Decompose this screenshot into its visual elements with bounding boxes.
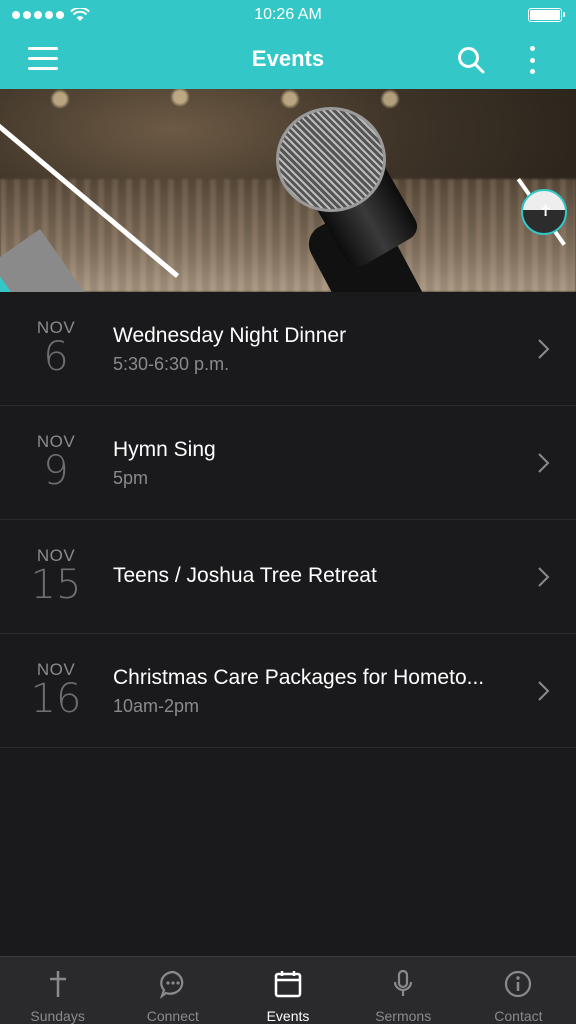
event-title: Wednesday Night Dinner xyxy=(113,324,347,347)
tab-bar: Sundays Connect Events Sermons Contact xyxy=(0,956,576,1024)
event-time: 5:30-6:30 p.m. xyxy=(113,354,230,374)
event-time: 10am-2pm xyxy=(113,696,200,716)
events-banner: events xyxy=(0,89,576,292)
microphone-image xyxy=(276,107,386,212)
event-title: Teens / Joshua Tree Retreat xyxy=(113,564,377,587)
tab-label: Sundays xyxy=(30,1008,85,1024)
event-time: 5pm xyxy=(113,468,149,488)
chat-bubble-icon xyxy=(156,967,190,1001)
event-item-teens-retreat[interactable]: NOV 15 Teens / Joshua Tree Retreat xyxy=(0,520,576,634)
chevron-right-icon xyxy=(538,681,550,701)
calendar-icon xyxy=(271,967,305,1001)
event-item-christmas-care-packages[interactable]: NOV 16 Christmas Care Packages for Homet… xyxy=(0,634,576,748)
search-icon[interactable] xyxy=(456,45,486,75)
event-day: 16 xyxy=(30,676,82,722)
info-icon xyxy=(501,967,535,1001)
event-day: 9 xyxy=(43,448,69,494)
tab-label: Connect xyxy=(146,1008,199,1024)
microphone-icon xyxy=(386,967,420,1001)
chevron-right-icon xyxy=(538,339,550,359)
tab-sundays[interactable]: Sundays xyxy=(0,957,115,1024)
more-options-icon[interactable] xyxy=(520,44,544,76)
event-item-hymn-sing[interactable]: NOV 9 Hymn Sing 5pm xyxy=(0,406,576,520)
battery-icon xyxy=(528,8,565,22)
cross-icon xyxy=(41,967,75,1001)
event-day: 6 xyxy=(43,334,69,380)
tab-label: Events xyxy=(266,1008,310,1024)
event-day: 15 xyxy=(30,562,82,608)
tab-sermons[interactable]: Sermons xyxy=(346,957,461,1024)
tab-connect[interactable]: Connect xyxy=(115,957,230,1024)
event-item-wednesday-night-dinner[interactable]: NOV 6 Wednesday Night Dinner 5:30-6:30 p… xyxy=(0,292,576,406)
status-time: 10:26 AM xyxy=(254,6,322,23)
tab-label: Contact xyxy=(494,1008,543,1024)
tab-events[interactable]: Events xyxy=(230,957,345,1024)
tab-contact[interactable]: Contact xyxy=(461,957,576,1024)
page-title: Events xyxy=(251,46,325,71)
event-title: Hymn Sing xyxy=(113,438,216,461)
chevron-right-icon xyxy=(538,567,550,587)
navigation-bar: Events xyxy=(0,30,576,89)
event-title: Christmas Care Packages for Hometo... xyxy=(113,666,485,689)
tab-label: Sermons xyxy=(375,1008,432,1024)
church-logo xyxy=(521,189,567,235)
chevron-right-icon xyxy=(538,453,550,473)
status-bar: 10:26 AM xyxy=(0,0,576,30)
event-list: NOV 6 Wednesday Night Dinner 5:30-6:30 p… xyxy=(0,292,576,748)
